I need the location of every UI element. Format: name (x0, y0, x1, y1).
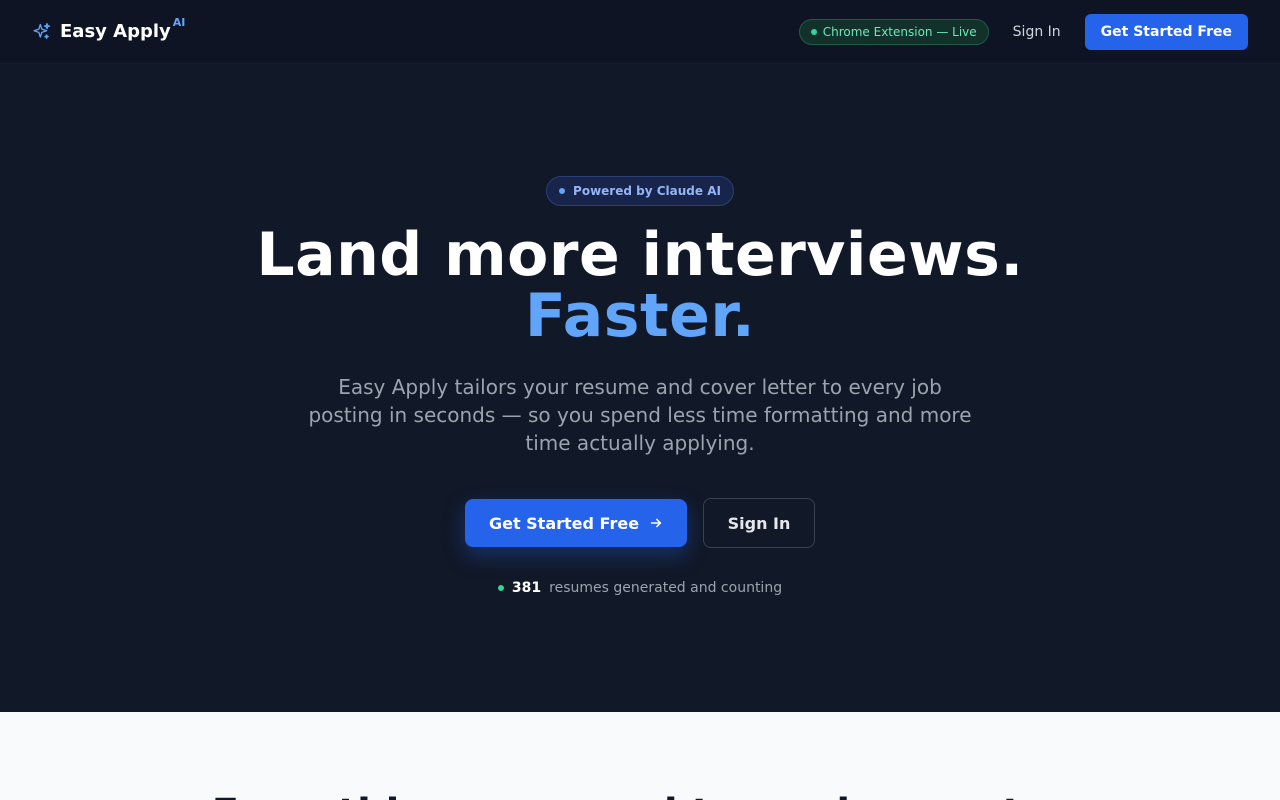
badge-dot (559, 188, 566, 194)
hero-get-started-label: Get Started Free (488, 513, 640, 533)
nav-sign-in-link[interactable]: Sign In (1013, 24, 1061, 40)
hero-sign-in-button[interactable]: Sign In (703, 498, 815, 548)
extension-status-badge: Chrome Extension — Live (798, 18, 989, 45)
counter-label: resumes generated and counting (549, 580, 783, 596)
arrow-right-icon (649, 516, 663, 530)
hero-section: Powered by Claude AI Land more interview… (0, 65, 1280, 712)
hero-headline-accent: Faster. (524, 281, 756, 351)
features-title: Everything you need to apply smarter (0, 790, 1280, 800)
brand-ai-badge: AI (172, 16, 186, 29)
counter-value: 381 (511, 580, 542, 596)
top-nav: Easy Apply AI Chrome Extension — Live Si… (0, 0, 1280, 64)
nav-get-started-button[interactable]: Get Started Free (1084, 13, 1248, 50)
live-status-dot (810, 28, 817, 35)
landing-page: Easy Apply AI Chrome Extension — Live Si… (0, 0, 1280, 800)
powered-by-badge: Powered by Claude AI (546, 176, 734, 206)
resume-counter: 381 resumes generated and counting (0, 580, 1280, 596)
hero-subcopy: Easy Apply tailors your resume and cover… (308, 375, 972, 455)
brand-name: Easy Apply (60, 21, 171, 42)
counter-live-dot (497, 585, 504, 591)
sparkles-icon (32, 22, 52, 42)
hero-get-started-button[interactable]: Get Started Free (465, 499, 687, 547)
nav-actions: Chrome Extension — Live Sign In Get Star… (798, 13, 1248, 50)
powered-by-label: Powered by Claude AI (573, 184, 721, 198)
extension-status-label: Chrome Extension — Live (822, 24, 977, 39)
features-section: Everything you need to apply smarter (0, 712, 1280, 800)
brand-logo[interactable]: Easy Apply AI (32, 16, 185, 42)
hero-headline: Land more interviews. (256, 220, 1024, 290)
